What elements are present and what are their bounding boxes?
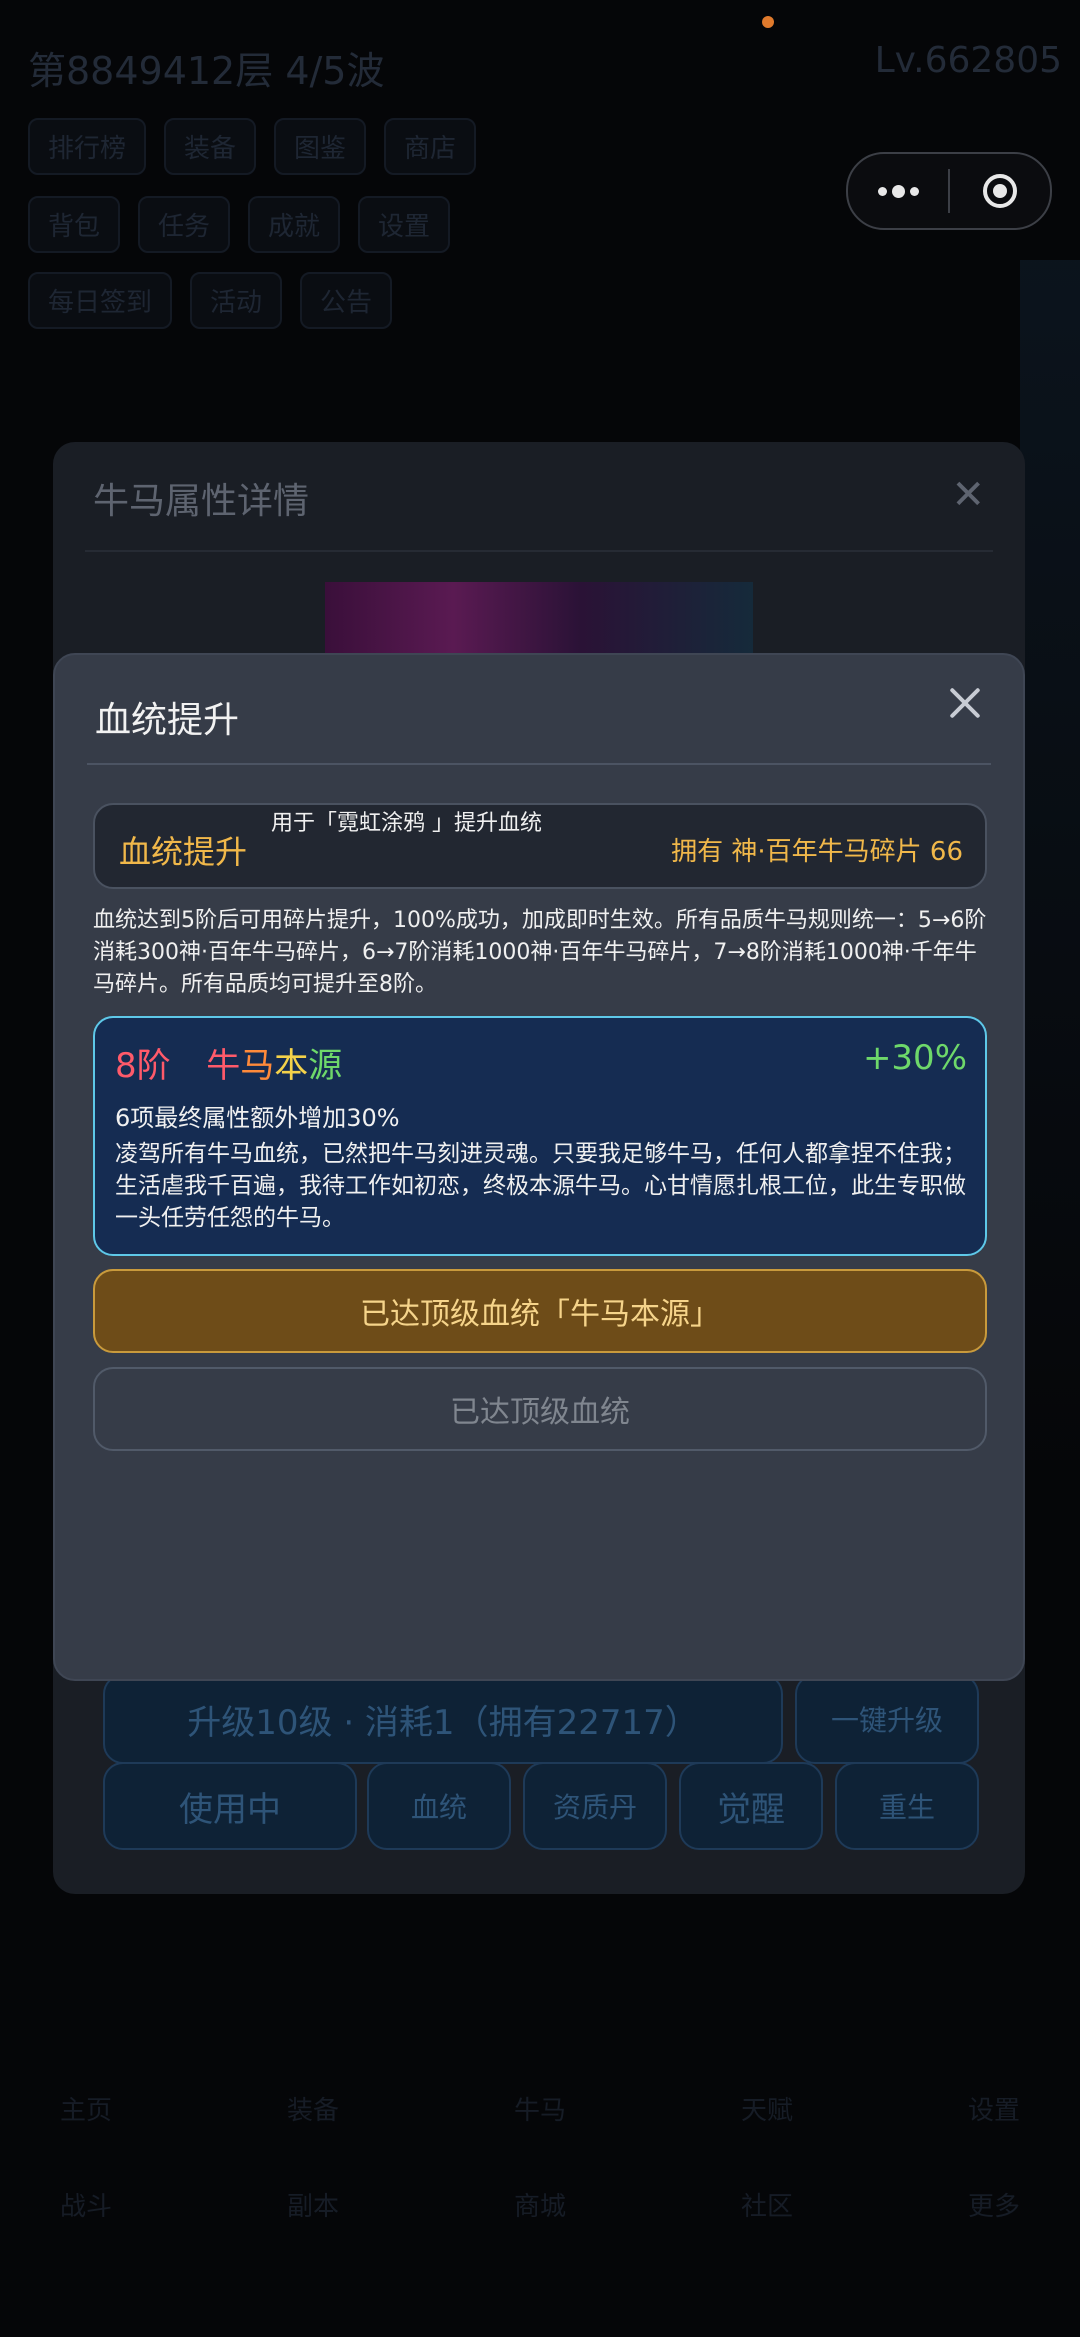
- tier-name-char: 本: [274, 1046, 309, 1086]
- bg-tab: 每日签到: [28, 272, 173, 329]
- bg-tab: 任务: [138, 196, 231, 253]
- bg-tab: 排行榜: [28, 118, 147, 175]
- recording-dot-icon: [762, 16, 774, 28]
- bg-bottom-item: 设置: [967, 2096, 1020, 2126]
- bg-tab: 活动: [190, 272, 283, 329]
- divider: [85, 550, 993, 552]
- tier-lore: 凌驾所有牛马血统，已然把牛马刻进灵魂。只要我足够牛马，任何人都拿捏不住我；生活虐…: [115, 1141, 966, 1231]
- target-close-icon[interactable]: [950, 154, 1050, 228]
- bg-tab: 成就: [248, 196, 341, 253]
- tier-name-char: 牛: [206, 1046, 241, 1086]
- bloodline-button[interactable]: 血统: [367, 1762, 511, 1850]
- bg-tab-row-1: 排行榜 装备 图鉴 商店: [28, 118, 477, 175]
- bg-glow-strip: [1020, 260, 1080, 1460]
- bg-bottom-item: 战斗: [60, 2192, 113, 2222]
- bg-tab-row-3: 每日签到 活动 公告: [28, 272, 393, 329]
- bg-bottom-item: 副本: [286, 2192, 339, 2222]
- bg-tab: 装备: [164, 118, 257, 175]
- tier-name-char: 马: [240, 1046, 275, 1086]
- bloodline-info-box: 血统提升 用于「霓虹涂鸦 」提升血统 拥有 神·百年牛马碎片 66: [93, 803, 987, 889]
- top-bloodline-status-button[interactable]: 已达顶级血统「牛马本源」: [93, 1269, 987, 1353]
- tier-name-char: 源: [308, 1046, 343, 1086]
- bloodline-rules-description: 血统达到5阶后可用碎片提升，100%成功，加成即时生效。所有品质牛马规则统一：5…: [93, 908, 987, 997]
- awaken-button[interactable]: 觉醒: [679, 1762, 823, 1850]
- bg-bottom-row-2: 战斗 副本 商城 社区 更多: [60, 2186, 1020, 2223]
- bg-tab-row-2: 背包 任务 成就 设置: [28, 196, 451, 253]
- bloodline-tier-card: 8阶 牛马本源 +30% 6项最终属性额外增加30% 凌驾所有牛马血统，已然把牛…: [93, 1016, 987, 1256]
- bg-bottom-item: 主页: [60, 2096, 113, 2126]
- bloodline-modal: 血统提升 血统提升 用于「霓虹涂鸦 」提升血统 拥有 神·百年牛马碎片 66 血…: [53, 653, 1025, 1681]
- bloodline-modal-title: 血统提升: [95, 700, 240, 741]
- bg-bottom-row-1: 主页 装备 牛马 天赋 设置: [60, 2090, 1020, 2127]
- bg-bottom-item: 社区: [740, 2192, 793, 2222]
- one-key-upgrade-button[interactable]: 一键升级: [795, 1674, 979, 1764]
- more-dots-icon[interactable]: [848, 154, 948, 228]
- bloodline-info-label: 血统提升: [119, 833, 248, 871]
- divider: [87, 763, 991, 765]
- bg-tab: 背包: [28, 196, 121, 253]
- bloodline-target-subtitle: 用于「霓虹涂鸦 」提升血统: [271, 811, 542, 836]
- bg-bottom-item: 牛马: [513, 2096, 566, 2126]
- bg-bottom-item: 装备: [286, 2096, 339, 2126]
- bg-bottom-item: 更多: [967, 2192, 1020, 2222]
- rebirth-button[interactable]: 重生: [835, 1762, 979, 1850]
- bg-tab: 公告: [300, 272, 393, 329]
- tier-effect: 6项最终属性额外增加30%: [115, 1104, 400, 1132]
- bg-bottom-item: 天赋: [740, 2096, 793, 2126]
- bg-bottom-item: 商城: [513, 2192, 566, 2222]
- player-level: Lv.662805: [874, 40, 1062, 81]
- in-use-button[interactable]: 使用中: [103, 1762, 357, 1850]
- tier-bonus: +30%: [862, 1038, 967, 1078]
- max-bloodline-disabled-button[interactable]: 已达顶级血统: [93, 1367, 987, 1451]
- bg-tab: 商店: [384, 118, 477, 175]
- detail-modal-title: 牛马属性详情: [93, 481, 310, 522]
- bg-tab: 图鉴: [274, 118, 367, 175]
- floor-wave-title: 第8849412层 4/5波: [28, 49, 385, 93]
- close-icon[interactable]: ✕: [951, 472, 985, 518]
- tier-level: 8阶: [115, 1046, 171, 1086]
- character-portrait: [325, 582, 753, 662]
- tier-heading: 8阶 牛马本源: [115, 1038, 342, 1087]
- close-icon[interactable]: [945, 683, 985, 723]
- owned-fragments: 拥有 神·百年牛马碎片 66: [671, 837, 963, 867]
- bg-tab: 设置: [358, 196, 451, 253]
- miniprogram-capsule: [846, 152, 1052, 230]
- aptitude-pill-button[interactable]: 资质丹: [523, 1762, 667, 1850]
- upgrade-button[interactable]: 升级10级 · 消耗1（拥有22717）: [103, 1674, 783, 1764]
